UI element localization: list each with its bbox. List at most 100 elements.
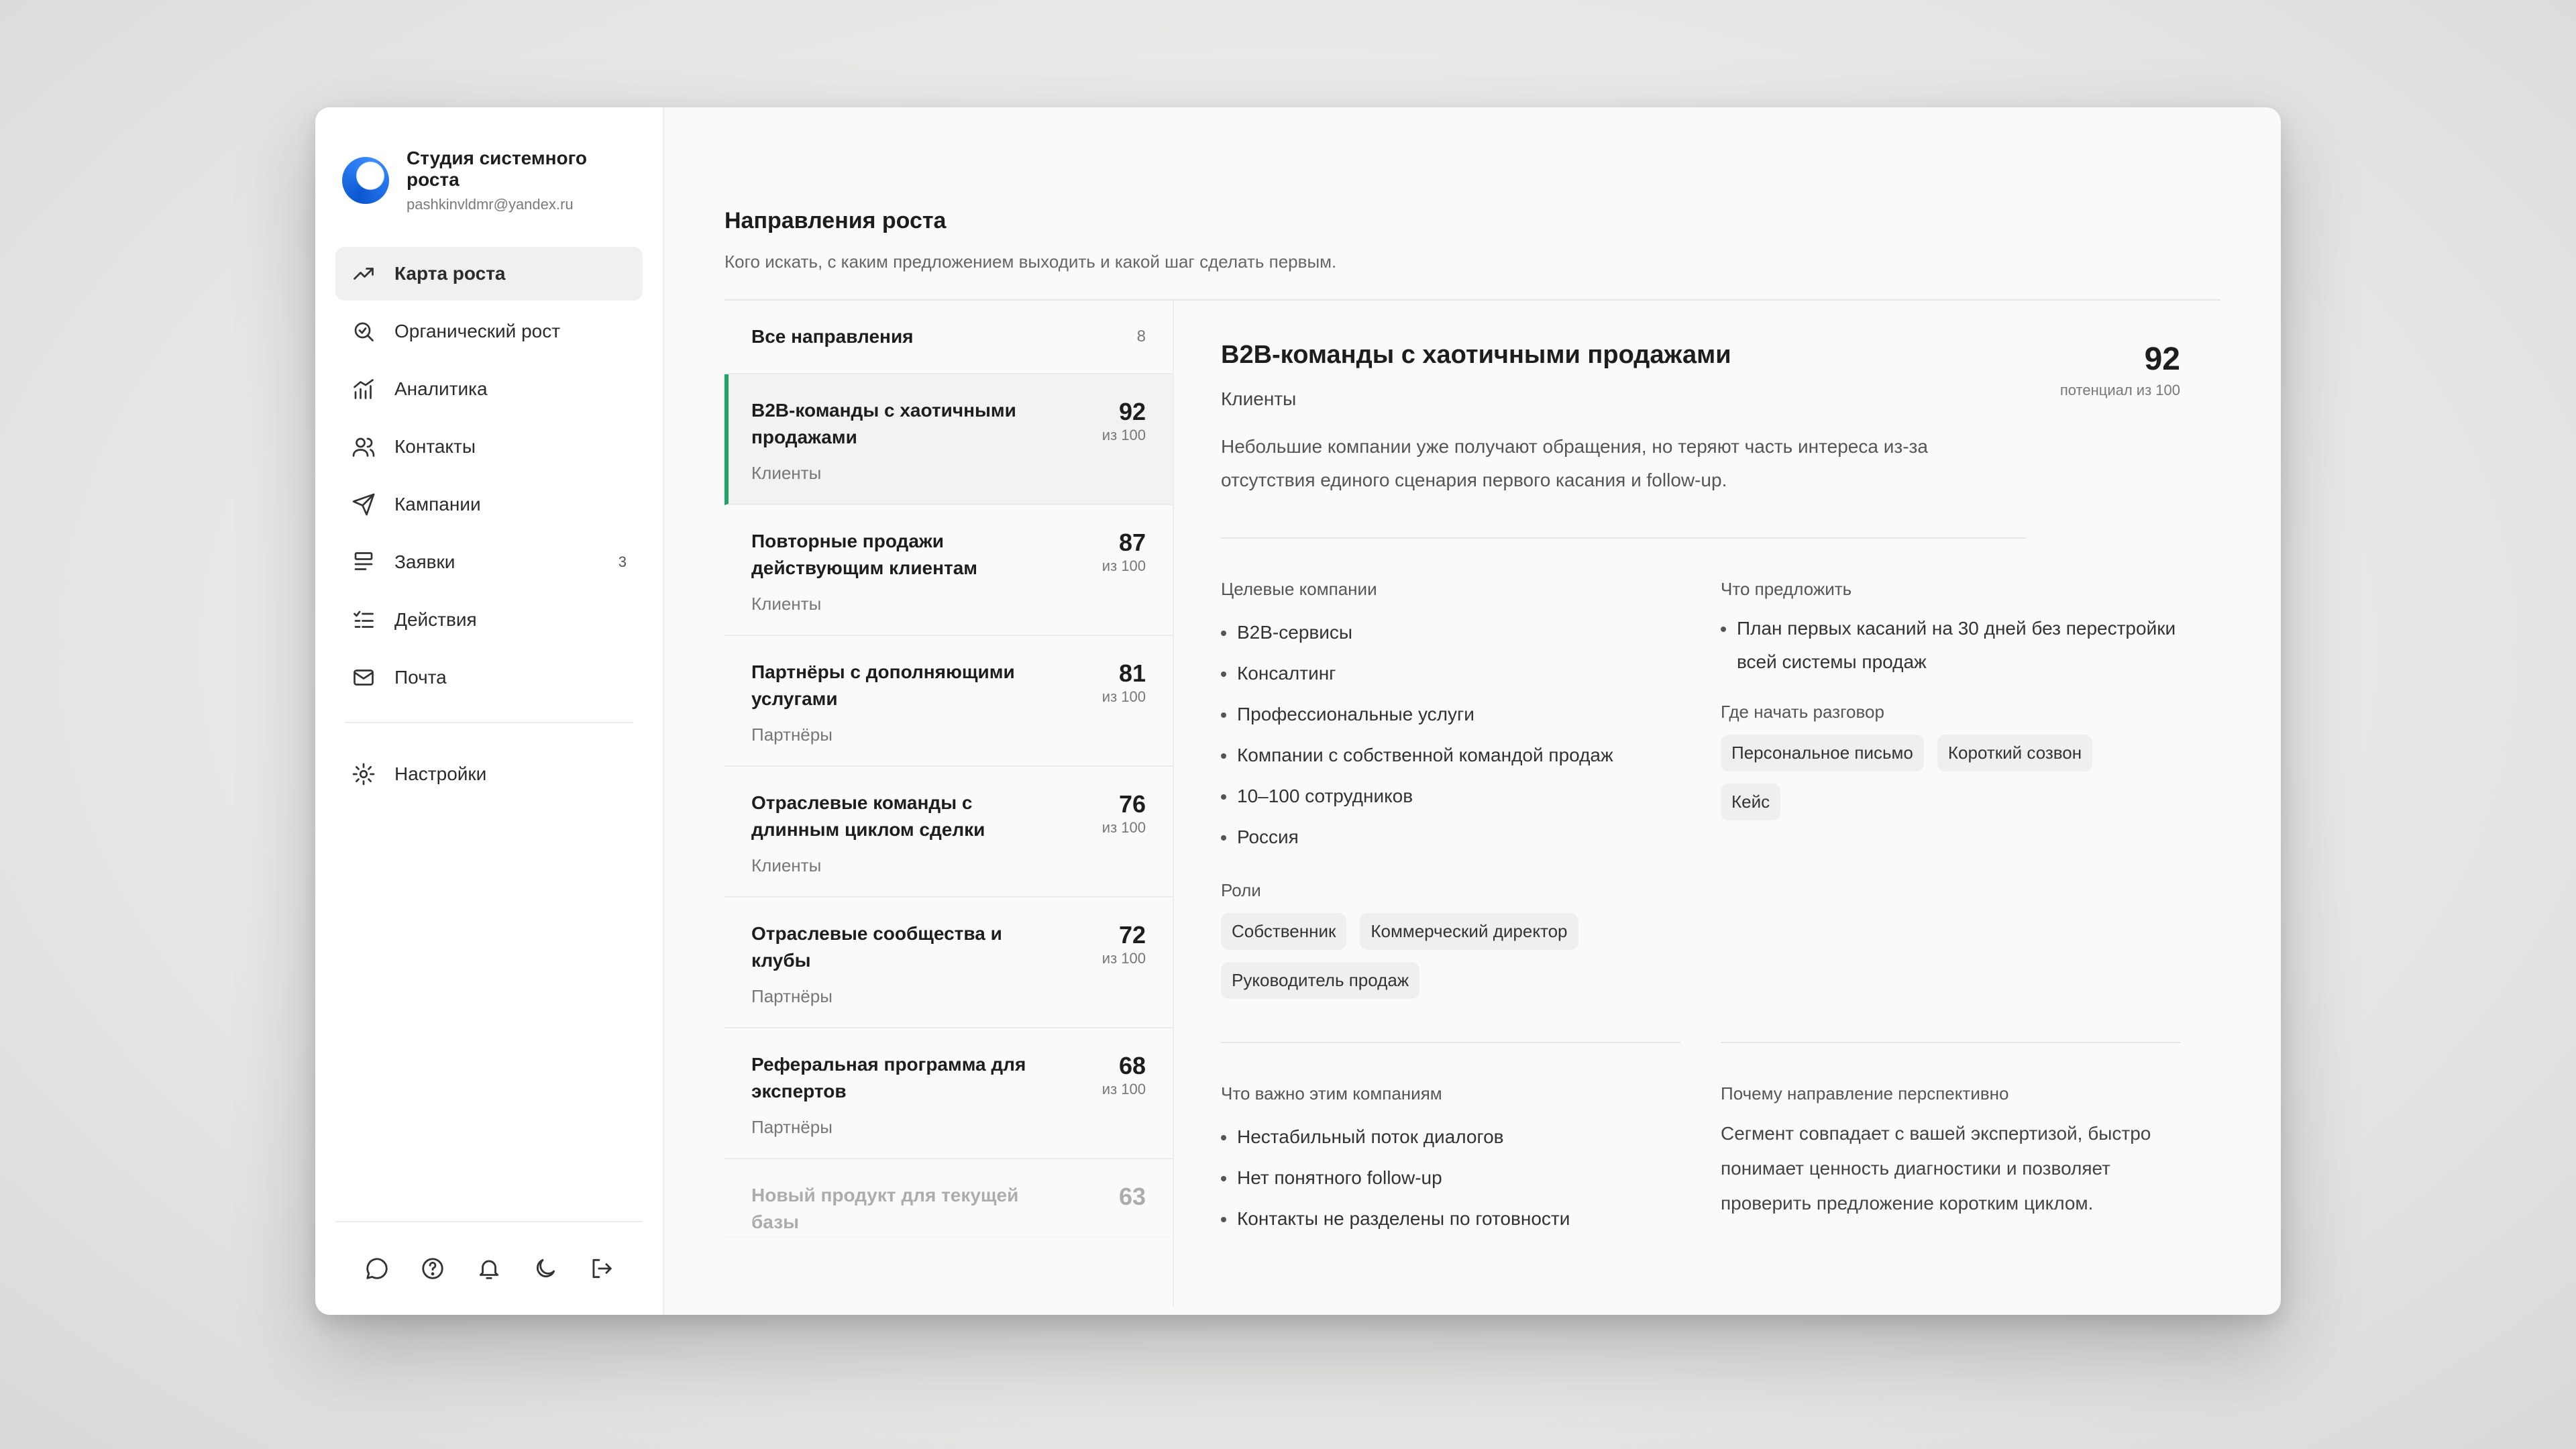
nav-item-growth-map[interactable]: Карта роста [335,247,643,301]
nav-item-actions[interactable]: Действия [335,593,643,647]
channel-chip[interactable]: Короткий созвон [1937,735,2093,771]
checklist-icon [352,608,376,632]
nav-label: Действия [394,609,477,630]
all-directions-filter[interactable]: Все направления 8 [724,301,1173,374]
inbox-list-icon [352,550,376,574]
direction-name: Отраслевые команды с длинным циклом сдел… [751,792,985,840]
nav-item-campaigns[interactable]: Кампании [335,478,643,531]
direction-score: 81 [1118,659,1146,687]
nav-item-requests[interactable]: Заявки 3 [335,535,643,589]
direction-type: Партнёры [751,986,833,1006]
detail-score: 92 [2144,341,2180,377]
nav-label: Почта [394,667,447,688]
direction-name: Партнёры с дополняющими услугами [751,661,1015,709]
moon-icon[interactable] [527,1250,564,1287]
important-title: Что важно этим компаниям [1221,1083,1442,1104]
right-column: Что предложить План первых касаний на 30… [1721,579,2180,1022]
list-item: Нет понятного follow-up [1221,1157,1680,1198]
score-suffix: из 100 [1102,819,1146,836]
nav-item-organic-growth[interactable]: Органический рост [335,305,643,358]
nav-item-settings[interactable]: Настройки [335,747,643,801]
list-item: 10–100 сотрудников [1221,775,1680,816]
offer-title: Что предложить [1721,579,1852,599]
channel-chip[interactable]: Кейс [1721,784,1781,820]
bell-icon[interactable] [470,1250,508,1287]
list-item: Россия [1221,816,1680,857]
nav-item-mail[interactable]: Почта [335,651,643,704]
direction-score: 63 [1118,1183,1146,1210]
list-item: Контакты не разделены по готовности [1221,1198,1680,1239]
score-suffix: из 100 [1102,427,1146,443]
all-directions-count: 8 [1136,327,1146,345]
offer-list: План первых касаний на 30 дней без перес… [1721,612,2180,679]
trend-up-icon [352,262,376,286]
direction-name: Отраслевые сообщества и клубы [751,923,1002,971]
direction-type: Клиенты [751,463,822,483]
why-title: Почему направление перспективно [1721,1083,2009,1104]
logout-icon[interactable] [582,1250,620,1287]
direction-name: B2B-команды с хаотичными продажами [751,400,1016,447]
channel-chip[interactable]: Персональное письмо [1721,735,1924,771]
help-icon[interactable] [414,1250,451,1287]
direction-item[interactable]: Отраслевые сообщества и клубы 72 из 100 П… [724,898,1173,1028]
send-icon [352,492,376,517]
why-text: Сегмент совпадает с вашей экспертизой, б… [1721,1123,2151,1214]
brand-title: Студия системного роста [407,148,588,190]
nav-label: Настройки [394,763,487,784]
nav-label: Контакты [394,436,476,457]
role-chip[interactable]: Руководитель продаж [1221,962,1420,999]
detail-description: Небольшие компании уже получают обращени… [1221,430,2026,539]
list-item: Консалтинг [1221,653,1680,694]
score-suffix: из 100 [1102,1081,1146,1097]
direction-item[interactable]: Новый продукт для текущей базы 63 [724,1159,1173,1237]
direction-item[interactable]: B2B-команды с хаотичными продажами 92 из … [724,374,1173,505]
score-suffix: из 100 [1102,950,1146,967]
direction-score: 87 [1118,529,1146,556]
list-fade-overlay [724,1226,1173,1307]
sidebar-footer [335,1221,643,1315]
direction-item[interactable]: Повторные продажи действующим клиентам 8… [724,505,1173,636]
direction-item[interactable]: Реферальная программа для экспертов 68 из… [724,1028,1173,1159]
mail-icon [352,665,376,690]
chat-icon[interactable] [358,1250,396,1287]
direction-name: Повторные продажи действующим клиентам [751,531,978,578]
logo-icon [342,157,389,204]
direction-detail: B2B-команды с хаотичными продажами Клиен… [1174,301,2220,1307]
direction-type: Партнёры [751,724,833,745]
important-list: Нестабильный поток диалогов Нет понятног… [1221,1116,1680,1239]
page-subtitle: Кого искать, с каким предложением выходи… [724,252,1337,272]
role-chip[interactable]: Коммерческий директор [1360,913,1578,950]
sidebar: Студия системного роста pashkinvldmr@yan… [315,107,664,1315]
nav-divider [345,722,633,723]
main-nav: Карта роста Органический рост Аналитика … [335,247,643,704]
detail-lower: Что важно этим компаниям Нестабильный по… [1221,1042,2180,1239]
requests-count-badge: 3 [618,553,627,570]
targets-title: Целевые компании [1221,579,1377,599]
roles-title: Роли [1221,880,1261,900]
direction-type: Клиенты [751,594,822,614]
chart-icon [352,377,376,401]
nav-item-contacts[interactable]: Контакты [335,420,643,474]
nav-item-analytics[interactable]: Аналитика [335,362,643,416]
important-column: Что важно этим компаниям Нестабильный по… [1221,1042,1680,1239]
list-item: B2B-сервисы [1221,612,1680,653]
direction-score: 92 [1118,398,1146,425]
app-window: Студия системного роста pashkinvldmr@yan… [315,107,2281,1315]
detail-score-label: потенциал из 100 [2059,382,2180,398]
direction-score: 68 [1118,1052,1146,1079]
main-area: Направления роста Кого искать, с каким п… [664,107,2281,1315]
list-item: Профессиональные услуги [1221,694,1680,735]
list-item: Компании с собственной командой продаж [1221,735,1680,775]
search-check-icon [352,319,376,343]
roles-chips: Собственник Коммерческий директор Руково… [1221,913,1637,999]
direction-item[interactable]: Отраслевые команды с длинным циклом сдел… [724,767,1173,898]
direction-type: Партнёры [751,1117,833,1137]
direction-item[interactable]: Партнёры с дополняющими услугами 81 из 10… [724,636,1173,767]
list-item: Нестабильный поток диалогов [1221,1116,1680,1157]
nav-label: Аналитика [394,378,488,399]
detail-category: Клиенты [1221,388,1297,409]
detail-title: B2B-команды с хаотичными продажами [1221,341,1731,369]
page-title: Направления роста [724,208,947,233]
role-chip[interactable]: Собственник [1221,913,1347,950]
start-title: Где начать разговор [1721,702,1884,722]
